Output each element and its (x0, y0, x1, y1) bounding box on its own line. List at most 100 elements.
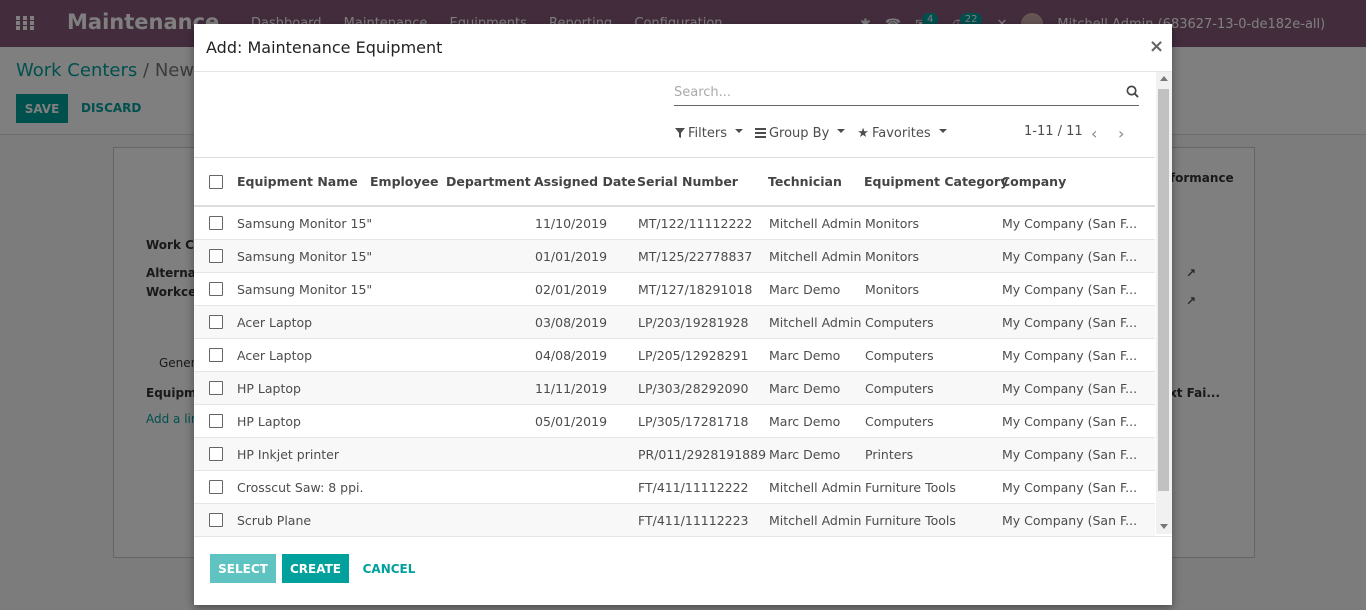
cell-category: Monitors (865, 282, 920, 297)
table-row[interactable]: HP Inkjet printer PR/011/2928191889 Marc… (194, 438, 1155, 471)
chevron-right-icon[interactable]: › (1118, 124, 1124, 143)
cell-category: Monitors (865, 249, 920, 264)
row-checkbox[interactable] (209, 447, 223, 461)
cell-company: My Company (San F... (1002, 282, 1138, 297)
pager-value[interactable]: 1-11 / 11 (1024, 124, 1083, 139)
cell-serial: MT/125/22778837 (638, 249, 753, 264)
column-assigned-date[interactable]: Assigned Date (534, 174, 636, 189)
cell-date: 04/08/2019 (535, 348, 608, 363)
chevron-left-icon[interactable]: ‹ (1091, 124, 1097, 143)
cell-company: My Company (San F... (1002, 216, 1138, 231)
modal-header: Add: Maintenance Equipment × (194, 24, 1172, 72)
cell-name: HP Inkjet printer (237, 447, 339, 462)
caret-down-icon (938, 129, 947, 133)
column-technician[interactable]: Technician (768, 174, 842, 189)
search-box (674, 81, 1139, 106)
table-row[interactable]: Samsung Monitor 15" 02/01/2019 MT/127/18… (194, 273, 1155, 306)
cell-name: HP Laptop (237, 414, 301, 429)
cell-technician: Mitchell Admin (769, 513, 862, 528)
cell-company: My Company (San F... (1002, 414, 1138, 429)
close-icon[interactable]: × (1149, 36, 1164, 57)
cell-serial: FT/411/11112222 (638, 480, 749, 495)
cell-date: 05/01/2019 (535, 414, 608, 429)
table-row[interactable]: Samsung Monitor 15" 11/10/2019 MT/122/11… (194, 207, 1155, 240)
cell-serial: PR/011/2928191889 (638, 447, 767, 462)
group-by-label: Group By (768, 125, 830, 141)
scroll-up-arrow-icon[interactable] (1160, 76, 1168, 81)
table-row[interactable]: HP Laptop 11/11/2019 LP/303/28292090 Mar… (194, 372, 1155, 405)
cell-serial: MT/122/11112222 (638, 216, 753, 231)
column-equipment-name[interactable]: Equipment Name (237, 174, 358, 189)
cell-serial: LP/305/17281718 (638, 414, 749, 429)
cell-technician: Marc Demo (769, 282, 841, 297)
row-checkbox[interactable] (209, 348, 223, 362)
cell-technician: Marc Demo (769, 414, 841, 429)
cell-company: My Company (San F... (1002, 381, 1138, 396)
table-header: Equipment Name Employee Department Assig… (194, 157, 1155, 207)
cell-company: My Company (San F... (1002, 315, 1138, 330)
cell-technician: Marc Demo (769, 348, 841, 363)
cell-serial: FT/411/11112223 (638, 513, 749, 528)
favorites-dropdown[interactable]: ★ Favorites (857, 124, 947, 142)
modal-title: Add: Maintenance Equipment (206, 38, 443, 57)
create-button[interactable]: CREATE (282, 554, 349, 583)
cell-category: Furniture Tools (865, 480, 956, 495)
row-checkbox[interactable] (209, 414, 223, 428)
column-serial-number[interactable]: Serial Number (637, 174, 738, 189)
search-input[interactable] (674, 81, 1114, 103)
row-checkbox[interactable] (209, 480, 223, 494)
row-checkbox[interactable] (209, 216, 223, 230)
search-icon[interactable] (1126, 85, 1139, 98)
caret-down-icon (734, 129, 743, 133)
cell-serial: LP/205/12928291 (638, 348, 749, 363)
table-row[interactable]: HP Laptop 05/01/2019 LP/305/17281718 Mar… (194, 405, 1155, 438)
row-checkbox[interactable] (209, 381, 223, 395)
scroll-down-arrow-icon[interactable] (1160, 524, 1168, 529)
column-equipment-category[interactable]: Equipment Category (864, 174, 1008, 189)
column-department[interactable]: Department (446, 174, 531, 189)
cell-technician: Marc Demo (769, 447, 841, 462)
scroll-thumb[interactable] (1158, 89, 1169, 491)
table-row[interactable]: Acer Laptop 03/08/2019 LP/203/19281928 M… (194, 306, 1155, 339)
cell-technician: Mitchell Admin (769, 249, 862, 264)
filters-dropdown[interactable]: Filters (675, 124, 743, 142)
cell-company: My Company (San F... (1002, 249, 1138, 264)
cell-name: Crosscut Saw: 8 ppi. (237, 480, 364, 495)
filters-label: Filters (688, 125, 727, 141)
column-employee[interactable]: Employee (370, 174, 439, 189)
cell-company: My Company (San F... (1002, 447, 1138, 462)
cell-name: HP Laptop (237, 381, 301, 396)
cell-date: 11/11/2019 (535, 381, 608, 396)
row-checkbox[interactable] (209, 315, 223, 329)
table-row[interactable]: Samsung Monitor 15" 01/01/2019 MT/125/22… (194, 240, 1155, 273)
list-icon (754, 128, 766, 138)
group-by-dropdown[interactable]: Group By (754, 124, 846, 142)
cell-name: Scrub Plane (237, 513, 312, 528)
cell-technician: Mitchell Admin (769, 216, 862, 231)
cell-technician: Marc Demo (769, 381, 841, 396)
row-checkbox[interactable] (209, 249, 223, 263)
table-row[interactable]: Scrub Plane FT/411/11112223 Mitchell Adm… (194, 504, 1155, 537)
modal-footer: SELECT CREATE CANCEL (194, 536, 1172, 606)
row-checkbox[interactable] (209, 282, 223, 296)
select-all-checkbox[interactable] (209, 175, 223, 189)
select-button[interactable]: SELECT (210, 554, 276, 583)
row-checkbox[interactable] (209, 513, 223, 527)
cell-name: Samsung Monitor 15" (237, 216, 373, 231)
cell-category: Computers (865, 414, 934, 429)
table-row[interactable]: Acer Laptop 04/08/2019 LP/205/12928291 M… (194, 339, 1155, 372)
cell-company: My Company (San F... (1002, 480, 1138, 495)
cell-company: My Company (San F... (1002, 513, 1138, 528)
cancel-button[interactable]: CANCEL (356, 554, 422, 583)
list-scrollbar[interactable] (1156, 72, 1172, 534)
cell-category: Printers (865, 447, 914, 462)
cell-date: 11/10/2019 (535, 216, 608, 231)
cell-date: 02/01/2019 (535, 282, 608, 297)
table-row[interactable]: Crosscut Saw: 8 ppi. FT/411/11112222 Mit… (194, 471, 1155, 504)
cell-company: My Company (San F... (1002, 348, 1138, 363)
cell-category: Monitors (865, 216, 920, 231)
cell-category: Furniture Tools (865, 513, 956, 528)
cell-technician: Mitchell Admin (769, 480, 862, 495)
add-equipment-dialog: Add: Maintenance Equipment × Filters Gro… (194, 24, 1172, 605)
column-company[interactable]: Company (1001, 174, 1066, 189)
